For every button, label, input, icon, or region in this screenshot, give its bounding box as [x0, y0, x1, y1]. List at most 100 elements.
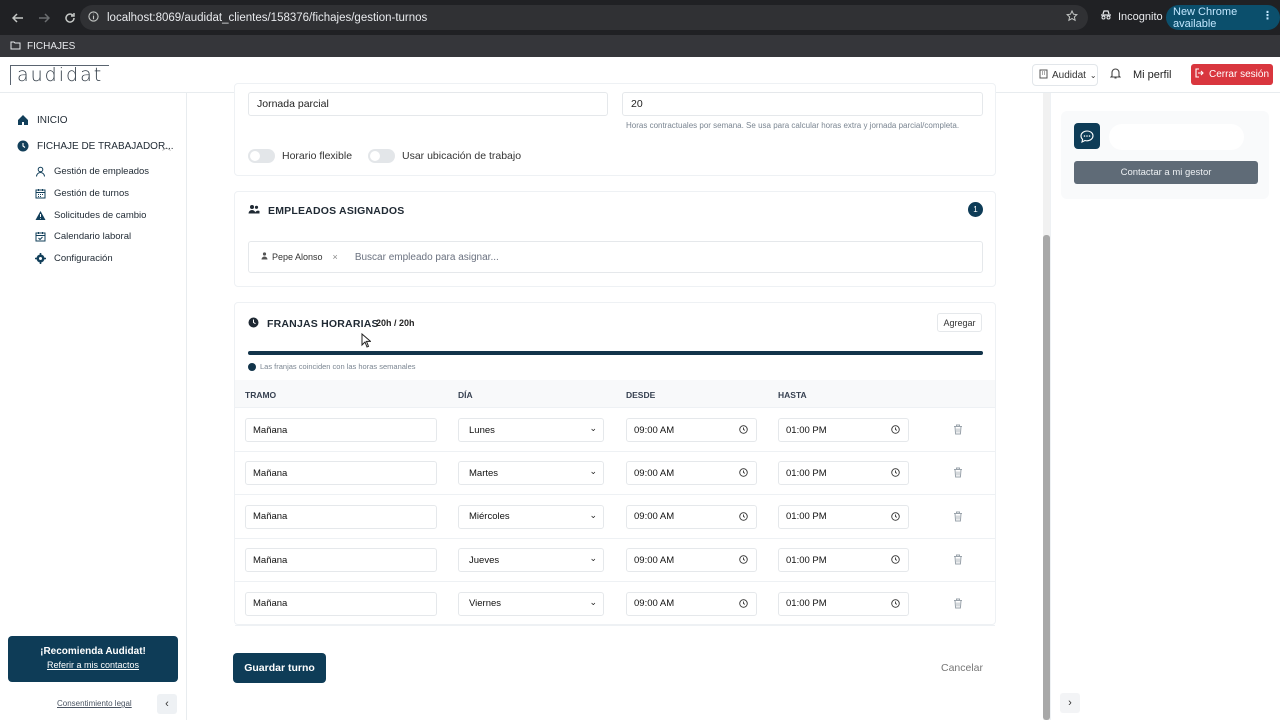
clock-icon[interactable]: [739, 555, 748, 567]
slot-name-value: Mañana: [253, 424, 288, 436]
expand-panel-button[interactable]: ›: [1060, 693, 1080, 713]
menu-dots-icon[interactable]: ⋮: [1262, 9, 1273, 22]
slot-start-value: 09:00 AM: [634, 554, 675, 566]
calendar-icon: [34, 187, 46, 199]
slot-name-value: Mañana: [253, 467, 288, 479]
forward-icon[interactable]: [34, 8, 54, 28]
slot-name-input[interactable]: Mañana: [245, 504, 437, 529]
bookmark-star-icon[interactable]: [1065, 9, 1079, 25]
slot-start-time-input[interactable]: 09:00 AM: [626, 591, 757, 616]
clock-icon[interactable]: [891, 555, 900, 567]
consent-link[interactable]: Consentimiento legal: [57, 699, 132, 708]
trash-icon[interactable]: [953, 598, 963, 612]
employee-chip[interactable]: Pepe Alonso ×: [261, 252, 338, 262]
slot-name-input[interactable]: Mañana: [245, 591, 437, 616]
clock-icon[interactable]: [891, 468, 900, 480]
sidebar-item-turnos[interactable]: Gestión de turnos: [34, 187, 129, 199]
slot-name-input[interactable]: Mañana: [245, 548, 437, 573]
add-slot-button[interactable]: Agregar: [937, 313, 982, 332]
clock-icon[interactable]: [891, 598, 900, 611]
slot-end-time-input[interactable]: 01:00 PM: [778, 418, 909, 442]
chevron-down-icon: ⌄: [589, 466, 597, 477]
page-scrollbar[interactable]: [1043, 93, 1050, 720]
update-chrome-button[interactable]: New Chrome available ⋮: [1166, 5, 1280, 30]
slot-end-time-input[interactable]: 01:00 PM: [778, 591, 909, 616]
clock-icon[interactable]: [891, 512, 900, 524]
recommend-card[interactable]: ¡Recomienda Audidat! Referir a mis conta…: [8, 636, 178, 682]
sidebar-section-fichaje[interactable]: FICHAJE DE TRABAJADOR...: [17, 140, 174, 152]
contract-type-field[interactable]: Jornada parcial: [248, 92, 608, 116]
bookmarks-bar: FICHAJES: [0, 35, 1280, 57]
slot-start-time-input[interactable]: 09:00 AM: [626, 418, 757, 442]
slot-name-input[interactable]: Mañana: [245, 418, 437, 442]
clock-icon[interactable]: [739, 425, 748, 437]
clock-icon: [248, 317, 259, 331]
slot-end-time-input[interactable]: 01:00 PM: [778, 504, 909, 529]
time-slots-title: FRANJAS HORARIAS: [248, 317, 379, 331]
slot-day-select[interactable]: Viernes ⌄: [458, 591, 604, 616]
slot-name-input[interactable]: Mañana: [245, 461, 437, 486]
back-icon[interactable]: [8, 8, 28, 28]
sidebar: INICIO FICHAJE DE TRABAJADOR... ︿ Gestió…: [0, 93, 187, 720]
chevron-up-icon[interactable]: ︿: [162, 140, 171, 153]
sidebar-item-empleados[interactable]: Gestión de empleados: [34, 165, 149, 177]
clock-icon[interactable]: [739, 468, 748, 480]
logout-label: Cerrar sesión: [1208, 69, 1270, 80]
bookmark-folder[interactable]: FICHAJES: [27, 41, 75, 52]
bell-icon[interactable]: [1109, 67, 1122, 82]
check-circle-icon: [248, 362, 256, 371]
audidat-logo[interactable]: audidat: [10, 64, 109, 86]
address-bar[interactable]: localhost:8069/audidat_clientes/158376/f…: [80, 5, 1088, 30]
collapse-sidebar-button[interactable]: ‹: [157, 694, 177, 714]
clock-icon[interactable]: [891, 425, 900, 437]
sidebar-item-configuracion[interactable]: Configuración: [34, 252, 113, 264]
trash-icon[interactable]: [953, 554, 963, 568]
slot-start-time-input[interactable]: 09:00 AM: [626, 461, 757, 486]
update-chrome-label: New Chrome available: [1173, 5, 1238, 30]
sidebar-item-calendario[interactable]: Calendario laboral: [34, 230, 131, 242]
slot-day-select[interactable]: Lunes ⌄: [458, 418, 604, 442]
scrollbar-thumb[interactable]: [1043, 235, 1050, 720]
slot-day-select[interactable]: Miércoles ⌄: [458, 504, 604, 529]
site-info-icon[interactable]: [88, 10, 99, 25]
chevron-down-icon: ⌄: [589, 423, 597, 433]
column-desde: DESDE: [626, 390, 656, 400]
logout-button[interactable]: Cerrar sesión: [1191, 64, 1273, 85]
company-selector[interactable]: Audidat ⌄: [1032, 64, 1098, 86]
sidebar-section-label: FICHAJE DE TRABAJADOR...: [37, 140, 174, 152]
clock-icon[interactable]: [739, 512, 748, 524]
shift-settings-card: Jornada parcial 20 Horas contractuales p…: [234, 83, 996, 176]
slot-day-select[interactable]: Martes ⌄: [458, 461, 604, 486]
save-shift-button[interactable]: Guardar turno: [233, 653, 326, 683]
weekly-hours-field[interactable]: 20: [622, 92, 983, 116]
sidebar-item-inicio[interactable]: INICIO: [17, 114, 68, 126]
trash-icon[interactable]: [953, 424, 963, 438]
flex-schedule-toggle[interactable]: [248, 149, 275, 163]
weekly-hours-hint: Horas contractuales por semana. Se usa p…: [626, 121, 960, 130]
logo-text: audidat: [17, 64, 104, 86]
trash-icon[interactable]: [953, 467, 963, 481]
slots-table-header: TRAMO DÍA DESDE HASTA: [235, 380, 995, 408]
cancel-button[interactable]: Cancelar: [941, 662, 983, 674]
remove-employee-icon[interactable]: ×: [333, 252, 338, 262]
sidebar-item-solicitudes[interactable]: Solicitudes de cambio: [34, 209, 146, 221]
clock-icon[interactable]: [739, 598, 748, 611]
work-location-toggle[interactable]: [368, 149, 395, 163]
slot-day-select[interactable]: Jueves ⌄: [458, 548, 604, 573]
recommend-link[interactable]: Referir a mis contactos: [8, 660, 178, 670]
incognito-indicator[interactable]: Incognito: [1100, 9, 1163, 24]
slot-start-time-input[interactable]: 09:00 AM: [626, 504, 757, 529]
employee-assign-field[interactable]: Pepe Alonso × Buscar empleado para asign…: [248, 241, 983, 273]
employee-search-input[interactable]: Buscar empleado para asignar...: [355, 252, 499, 263]
slot-end-time-input[interactable]: 01:00 PM: [778, 548, 909, 573]
profile-link[interactable]: Mi perfil: [1133, 69, 1172, 81]
gear-icon: [34, 252, 46, 264]
sidebar-item-label: Gestión de turnos: [54, 187, 129, 199]
trash-icon[interactable]: [953, 511, 963, 525]
contact-manager-button[interactable]: Contactar a mi gestor: [1074, 161, 1258, 184]
slot-end-time-input[interactable]: 01:00 PM: [778, 461, 909, 486]
building-icon: [1039, 69, 1048, 82]
reload-icon[interactable]: [60, 8, 80, 28]
slot-start-time-input[interactable]: 09:00 AM: [626, 548, 757, 573]
slot-end-value: 01:00 PM: [786, 467, 827, 479]
